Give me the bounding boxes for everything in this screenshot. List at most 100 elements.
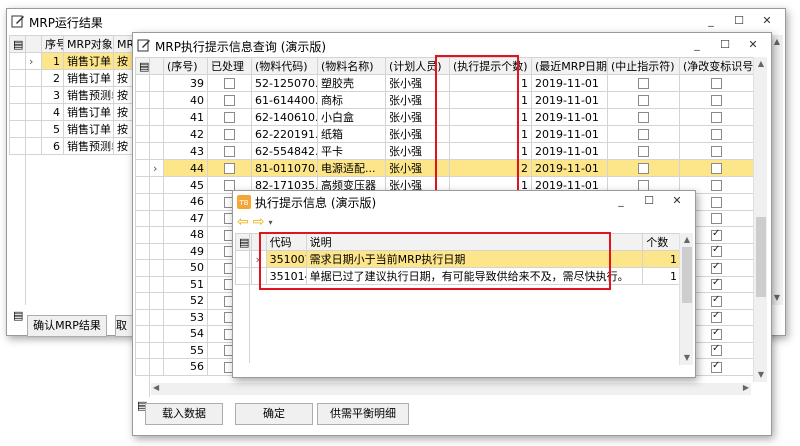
maximize-button[interactable]: ☐ xyxy=(725,11,753,31)
grid-menu-icon[interactable]: ▤ xyxy=(9,35,26,53)
confirm-mrp-result-button[interactable]: 确认MRP结果 xyxy=(27,315,107,337)
stop-indicator-checkbox[interactable] xyxy=(638,112,649,123)
net-change-checkbox[interactable] xyxy=(711,213,722,225)
cell-checkbox[interactable] xyxy=(607,74,680,92)
net-change-checkbox[interactable] xyxy=(711,196,722,208)
back-arrow-icon[interactable]: ⇦ xyxy=(237,214,249,230)
cell-checkbox[interactable] xyxy=(679,74,754,92)
nav-toolbar: ⇦ ⇨ ▾ xyxy=(237,213,272,231)
cell-checkbox[interactable] xyxy=(679,91,754,109)
cell-checkbox[interactable] xyxy=(607,125,680,143)
stop-indicator-checkbox[interactable] xyxy=(638,95,649,106)
cell-checkbox[interactable] xyxy=(679,125,754,143)
processed-checkbox[interactable] xyxy=(224,78,235,89)
net-change-checkbox[interactable] xyxy=(711,129,722,140)
prompt-detail-window: TB 执行提示信息 (演示版) _ ☐ ✕ ⇦ ⇨ ▾ ▤ 代码 说明 个数 ›… xyxy=(232,190,696,378)
net-change-checkbox[interactable] xyxy=(711,244,722,258)
cell-checkbox[interactable] xyxy=(607,91,680,109)
processed-checkbox[interactable] xyxy=(224,112,235,123)
stop-indicator-checkbox[interactable] xyxy=(638,78,649,89)
cell-no: 45 xyxy=(163,176,208,194)
maximize-button[interactable]: ☐ xyxy=(635,191,663,211)
cell-checkbox[interactable] xyxy=(207,159,252,177)
stop-indicator-checkbox[interactable] xyxy=(638,146,649,157)
close-button[interactable]: ✕ xyxy=(663,191,691,211)
vertical-scrollbar[interactable]: ▲ ▼ xyxy=(753,57,767,382)
dropdown-caret-icon[interactable]: ▾ xyxy=(268,218,272,227)
cell-checkbox[interactable] xyxy=(679,142,754,160)
minimize-button[interactable]: _ xyxy=(697,11,725,31)
vertical-scrollbar[interactable]: ▲ ▼ xyxy=(679,233,693,365)
footer-menu-icon[interactable]: ▤ xyxy=(13,309,23,322)
cell-no: 55 xyxy=(163,341,208,359)
ok-button[interactable]: 确定 xyxy=(235,403,313,425)
annotation-box-detail-rows xyxy=(259,232,611,290)
net-change-checkbox[interactable] xyxy=(711,310,722,324)
net-change-checkbox[interactable] xyxy=(711,163,722,174)
cell-checkbox[interactable] xyxy=(607,159,680,177)
supply-demand-balance-button[interactable]: 供需平衡明细 xyxy=(317,403,409,425)
scroll-up-icon[interactable]: ▲ xyxy=(754,57,768,71)
cell-checkbox[interactable] xyxy=(207,91,252,109)
scroll-down-icon[interactable]: ▼ xyxy=(770,291,784,305)
processed-checkbox[interactable] xyxy=(224,95,235,106)
cell-no: 54 xyxy=(163,325,208,343)
net-change-checkbox[interactable] xyxy=(711,360,722,373)
processed-checkbox[interactable] xyxy=(224,129,235,140)
cell-date: 2019-11-01 xyxy=(531,108,608,126)
cell-name: 商标 xyxy=(317,91,386,109)
window-title: 执行提示信息 (演示版) xyxy=(255,195,377,210)
table-row[interactable]: 4 销售订单按 xyxy=(9,103,138,121)
table-row[interactable]: 2 销售订单按 xyxy=(9,69,138,87)
cell-checkbox[interactable] xyxy=(207,125,252,143)
scrollbar-thumb[interactable] xyxy=(756,217,766,297)
col-header: 序号 xyxy=(41,35,64,53)
cell-no: 39 xyxy=(163,74,208,92)
scroll-up-icon[interactable]: ▲ xyxy=(770,35,784,49)
forward-arrow-icon[interactable]: ⇨ xyxy=(253,214,265,230)
processed-checkbox[interactable] xyxy=(224,163,235,174)
stop-indicator-checkbox[interactable] xyxy=(638,129,649,140)
processed-checkbox[interactable] xyxy=(224,146,235,157)
cell-checkbox[interactable] xyxy=(607,108,680,126)
cell-code: 81-011070... xyxy=(251,159,318,177)
table-row[interactable]: 3销售预测单按 xyxy=(9,86,138,104)
net-change-checkbox[interactable] xyxy=(711,228,722,241)
close-button[interactable]: ✕ xyxy=(753,11,781,31)
net-change-checkbox[interactable] xyxy=(711,277,722,291)
scroll-up-icon[interactable]: ▲ xyxy=(680,233,694,247)
scroll-down-icon[interactable]: ▼ xyxy=(754,368,768,382)
minimize-button[interactable]: _ xyxy=(607,191,635,211)
load-data-button[interactable]: 载入数据 xyxy=(145,403,223,425)
cell-checkbox[interactable] xyxy=(679,108,754,126)
close-button[interactable]: ✕ xyxy=(739,35,767,55)
cell-checkbox[interactable] xyxy=(607,142,680,160)
net-change-checkbox[interactable] xyxy=(711,146,722,157)
scroll-right-icon[interactable]: ▶ xyxy=(743,383,749,392)
net-change-checkbox[interactable] xyxy=(711,180,722,191)
table-row[interactable]: 6销售预测单按 xyxy=(9,137,138,155)
scrollbar-thumb[interactable] xyxy=(682,247,692,303)
cell-checkbox[interactable] xyxy=(207,108,252,126)
cell-checkbox[interactable] xyxy=(207,142,252,160)
net-change-checkbox[interactable] xyxy=(711,294,722,307)
cell-checkbox[interactable] xyxy=(679,159,754,177)
col-header: (序号) xyxy=(163,57,208,75)
net-change-checkbox[interactable] xyxy=(711,261,722,274)
grid-menu-icon[interactable]: ▤ xyxy=(135,57,150,75)
maximize-button[interactable]: ☐ xyxy=(711,35,739,55)
net-change-checkbox[interactable] xyxy=(711,112,722,123)
minimize-button[interactable]: _ xyxy=(683,35,711,55)
table-row[interactable]: 5 销售订单按 xyxy=(9,120,138,138)
net-change-checkbox[interactable] xyxy=(711,327,722,340)
stop-indicator-checkbox[interactable] xyxy=(638,163,649,174)
scroll-left-icon[interactable]: ◀ xyxy=(153,383,159,392)
table-row[interactable]: › 1 销售订单 按 xyxy=(9,52,138,70)
cell-checkbox[interactable] xyxy=(207,74,252,92)
net-change-checkbox[interactable] xyxy=(711,78,722,89)
net-change-checkbox[interactable] xyxy=(711,343,722,357)
scroll-down-icon[interactable]: ▼ xyxy=(680,351,694,365)
horizontal-scrollbar[interactable]: ◀ ▶ xyxy=(151,383,751,395)
net-change-checkbox[interactable] xyxy=(711,95,722,106)
edit-icon xyxy=(11,15,24,28)
